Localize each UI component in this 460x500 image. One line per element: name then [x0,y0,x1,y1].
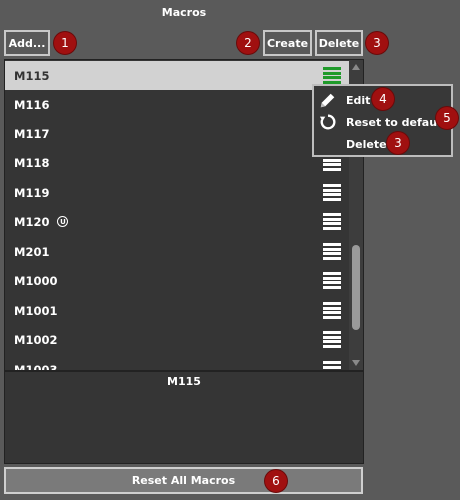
badge-reset: 5 [436,107,458,129]
user-defined-icon: U [57,216,69,227]
reset-all-macros-button[interactable]: Reset All Macros [4,467,363,494]
macro-item-m115[interactable]: M115 [5,61,351,90]
menu-icon[interactable] [323,272,341,289]
menu-item-label: Reset to default [346,115,447,129]
menu-icon[interactable] [323,67,341,84]
add-button[interactable]: Add... [4,30,50,56]
reset-icon [319,114,336,130]
menu-icon[interactable] [323,213,341,230]
scroll-down-icon[interactable] [352,360,360,366]
macro-name: M116 [14,97,50,112]
macro-name: M120 [14,214,50,229]
macro-name: M1002 [14,332,58,347]
scroll-up-icon[interactable] [352,64,360,70]
macro-item-m1003[interactable]: M1003 [5,355,351,371]
macro-name: M201 [14,244,50,259]
badge-menu-delete: 3 [387,132,409,154]
badge-create: 2 [237,32,259,54]
macro-item-m201[interactable]: M201 [5,237,351,266]
macro-item-m1000[interactable]: M1000 [5,266,351,295]
macro-name: M1003 [14,362,58,371]
badge-delete: 3 [366,32,388,54]
macro-item-m120[interactable]: M120 U [5,207,351,236]
menu-icon[interactable] [323,302,341,319]
pencil-icon [320,93,335,108]
macro-name: M1000 [14,273,58,288]
badge-reset-all: 6 [265,470,287,492]
badge-edit: 4 [372,88,394,110]
menu-icon[interactable] [323,184,341,201]
create-button[interactable]: Create [263,30,312,56]
macro-name: M119 [14,185,50,200]
menu-item-label: Delete [346,137,387,151]
macro-name: M115 [14,68,50,83]
menu-icon[interactable] [323,243,341,260]
macro-name: M118 [14,155,50,170]
menu-item-delete[interactable]: Delete [314,133,451,155]
macro-item-m119[interactable]: M119 [5,178,351,207]
macro-list[interactable]: M115 M116 M117 M118 M119 M120 U M201 M10… [4,59,364,371]
menu-icon[interactable] [323,331,341,348]
macro-name: M1001 [14,303,58,318]
macro-item-m118[interactable]: M118 [5,148,351,177]
delete-button[interactable]: Delete [315,30,363,56]
macro-item-m1001[interactable]: M1001 [5,296,351,325]
macro-item-m116[interactable]: M116 [5,90,351,119]
macro-item-m1002[interactable]: M1002 [5,325,351,354]
macro-item-m117[interactable]: M117 [5,119,351,148]
menu-icon[interactable] [323,361,341,370]
badge-add: 1 [54,32,76,54]
scroll-thumb[interactable] [352,245,360,330]
macro-name: M117 [14,126,50,141]
menu-item-label: Edit [346,93,371,107]
detail-title: M115 [167,375,201,388]
macro-detail-pane: M115 [4,371,364,464]
dialog-title: Macros [161,6,207,19]
menu-item-reset-to-default[interactable]: Reset to default [314,111,451,133]
